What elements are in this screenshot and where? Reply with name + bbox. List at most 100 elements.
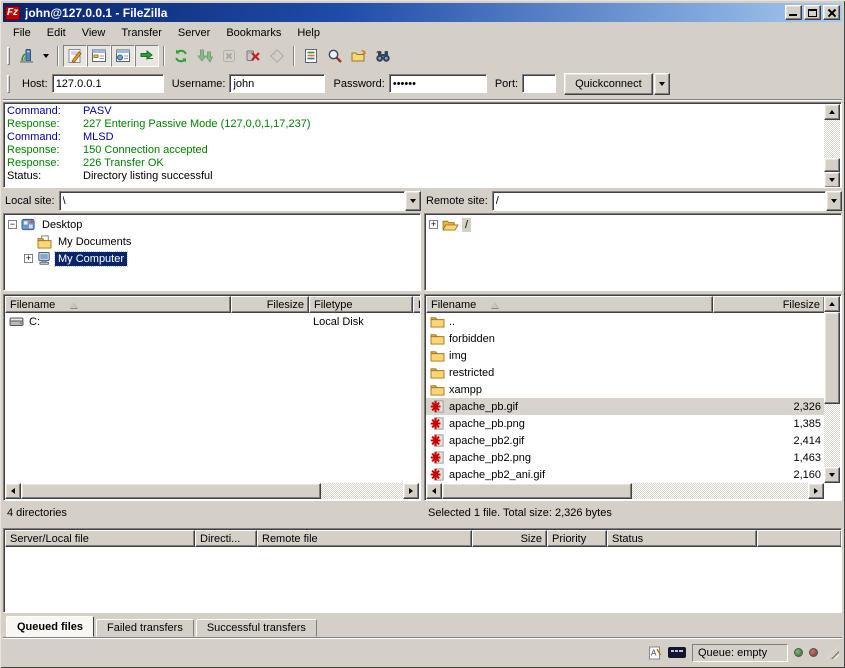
file-row-xampp[interactable]: xampp: [426, 381, 825, 398]
refresh-button[interactable]: [169, 45, 193, 67]
tab-failed-transfers[interactable]: Failed transfers: [96, 619, 194, 637]
menu-bookmarks[interactable]: Bookmarks: [218, 25, 289, 41]
compare-button[interactable]: [323, 45, 347, 67]
remote-site-dropdown-button[interactable]: [826, 191, 842, 211]
scrollbar-thumb[interactable]: [21, 483, 321, 499]
file-row-forbidden[interactable]: forbidden: [426, 330, 825, 347]
file-row-img[interactable]: img: [426, 347, 825, 364]
toolbar: [3, 43, 842, 68]
port-input[interactable]: [522, 74, 556, 93]
scroll-left-icon: [11, 488, 15, 494]
maximize-button[interactable]: [804, 5, 821, 20]
toggle-message-log-icon: [67, 48, 83, 64]
local-hscrollbar[interactable]: [5, 483, 419, 499]
column-header-directi[interactable]: Directi...: [195, 530, 257, 547]
tree-item-blank[interactable]: +/: [425, 216, 841, 233]
file-row-blank[interactable]: ..: [426, 313, 825, 330]
file-row-apache-pb2-gif[interactable]: apache_pb2.gif2,414: [426, 432, 825, 449]
toggle-queue-button[interactable]: [135, 45, 159, 67]
local-site-dropdown-button[interactable]: [405, 191, 421, 211]
column-header-priority[interactable]: Priority: [547, 530, 607, 547]
chevron-down-icon: [831, 199, 837, 203]
column-header-l[interactable]: L: [413, 296, 421, 313]
file-row-apache-pb-gif[interactable]: apache_pb.gif2,326: [426, 398, 825, 415]
quickbar-grip[interactable]: [7, 75, 10, 93]
file-row-c[interactable]: C:Local Disk: [5, 313, 421, 330]
quickconnect-dropdown-button[interactable]: [654, 73, 670, 95]
column-header-filesize[interactable]: Filesize: [231, 296, 309, 313]
file-row-apache-pb-png[interactable]: apache_pb.png1,385: [426, 415, 825, 432]
scroll-up-icon: [829, 302, 835, 306]
scrollbar-thumb[interactable]: [824, 158, 840, 172]
process-queue-button[interactable]: [193, 45, 217, 67]
tree-expander-plus-icon[interactable]: +: [429, 220, 438, 229]
toggle-local-tree-icon: [91, 48, 107, 64]
tab-successful-transfers[interactable]: Successful transfers: [196, 619, 317, 637]
file-row-apache-pb2-ani-gif[interactable]: apache_pb2_ani.gif2,160: [426, 466, 825, 483]
scroll-left-button[interactable]: [426, 483, 442, 499]
log-line: Command:PASV: [7, 105, 841, 118]
close-button[interactable]: [823, 5, 840, 20]
reconnect-button[interactable]: [265, 45, 289, 67]
file-row-restricted[interactable]: restricted: [426, 364, 825, 381]
column-header-filename[interactable]: Filename: [426, 296, 713, 313]
scroll-up-button[interactable]: [824, 296, 840, 312]
scroll-right-button[interactable]: [403, 483, 419, 499]
password-input[interactable]: [389, 74, 487, 93]
log-scrollbar[interactable]: [824, 104, 840, 188]
tree-item-my-computer[interactable]: + My Computer: [4, 250, 420, 267]
column-header-filename[interactable]: Filename: [5, 296, 231, 313]
tree-item-label: My Computer: [55, 252, 127, 266]
menu-server[interactable]: Server: [170, 25, 218, 41]
tree-item-desktop[interactable]: −Desktop: [4, 216, 420, 233]
scrollbar-thumb[interactable]: [442, 483, 632, 499]
host-input[interactable]: [52, 74, 164, 93]
column-header-server-local-file[interactable]: Server/Local file: [5, 530, 195, 547]
quickconnect-button[interactable]: Quickconnect: [564, 73, 653, 95]
local-site-input[interactable]: [59, 191, 405, 211]
remote-hscrollbar[interactable]: [426, 483, 824, 499]
tab-queued-files[interactable]: Queued files: [6, 616, 94, 637]
column-header-filetype[interactable]: Filetype: [309, 296, 413, 313]
folder-docs-icon: [37, 235, 52, 249]
site-manager-dropdown-button[interactable]: [38, 45, 53, 67]
column-header-blank[interactable]: [757, 530, 842, 547]
toggle-remote-tree-button[interactable]: [111, 45, 135, 67]
sync-browsing-button[interactable]: [347, 45, 371, 67]
find-button[interactable]: [371, 45, 395, 67]
menu-transfer[interactable]: Transfer: [113, 25, 170, 41]
menu-view[interactable]: View: [74, 25, 114, 41]
scroll-up-button[interactable]: [824, 104, 840, 120]
remote-site-input[interactable]: [492, 191, 826, 211]
toggle-message-log-button[interactable]: [63, 45, 87, 67]
filter-button[interactable]: [299, 45, 323, 67]
column-header-status[interactable]: Status: [607, 530, 757, 547]
scroll-right-button[interactable]: [808, 483, 824, 499]
username-input[interactable]: [229, 74, 325, 93]
minimize-button[interactable]: [785, 5, 802, 20]
menu-edit[interactable]: Edit: [39, 25, 74, 41]
menu-file[interactable]: File: [5, 25, 39, 41]
tree-expander-minus-icon[interactable]: −: [8, 220, 17, 229]
file-cell: 2,326: [713, 398, 825, 415]
status-bar: A Queue: empty: [3, 640, 842, 665]
scroll-down-button[interactable]: [824, 467, 840, 483]
column-header-size[interactable]: Size: [472, 530, 547, 547]
resize-grip[interactable]: [826, 646, 839, 659]
tree-expander-plus-icon[interactable]: +: [24, 254, 33, 263]
scrollbar-thumb[interactable]: [824, 312, 840, 404]
menu-help[interactable]: Help: [289, 25, 328, 41]
column-header-remote-file[interactable]: Remote file: [257, 530, 472, 547]
tree-item-my-documents[interactable]: My Documents: [4, 233, 420, 250]
site-manager-button[interactable]: [14, 45, 38, 67]
toolbar-grip[interactable]: [7, 47, 10, 65]
column-header-filesize[interactable]: Filesize: [713, 296, 825, 313]
toggle-local-tree-button[interactable]: [87, 45, 111, 67]
file-row-apache-pb2-png[interactable]: apache_pb2.png1,463: [426, 449, 825, 466]
disconnect-button[interactable]: [241, 45, 265, 67]
cancel-button[interactable]: [217, 45, 241, 67]
remote-vscrollbar[interactable]: [824, 296, 840, 483]
scroll-right-icon: [409, 488, 413, 494]
scroll-left-button[interactable]: [5, 483, 21, 499]
scroll-down-button[interactable]: [824, 172, 840, 188]
